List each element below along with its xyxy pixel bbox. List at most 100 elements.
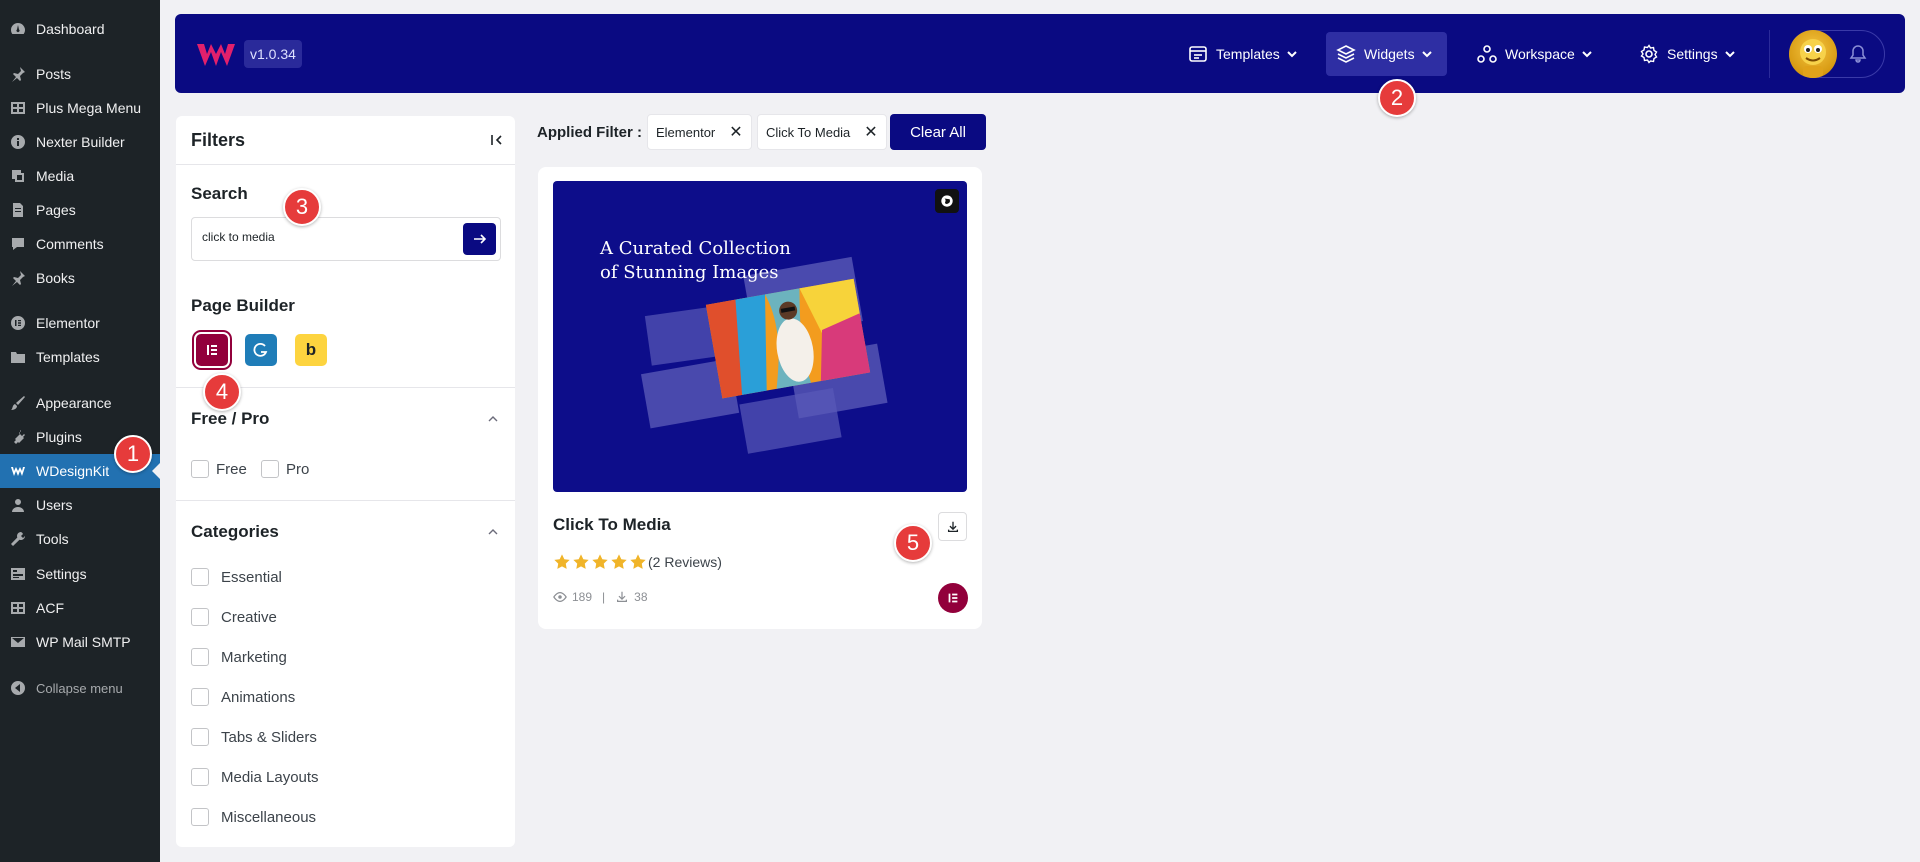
- chevron-up-icon[interactable]: [488, 527, 498, 537]
- workspace-icon: [1477, 45, 1497, 63]
- close-icon[interactable]: ✕: [729, 122, 742, 142]
- sidebar-item-label: Pages: [36, 202, 76, 218]
- nav-templates[interactable]: Templates: [1178, 32, 1308, 76]
- collapse-menu-button[interactable]: Collapse menu: [0, 671, 160, 705]
- step-marker-2: 2: [1378, 79, 1416, 117]
- wdesignkit-logo-icon[interactable]: [195, 36, 237, 70]
- preview-title-line: A Curated Collection: [600, 238, 791, 259]
- builder-elementor-button[interactable]: [196, 334, 228, 366]
- free-pro-section-title: Free / Pro: [191, 409, 270, 428]
- category-creative-checkbox[interactable]: [191, 608, 209, 626]
- builder-bricks-button[interactable]: b: [295, 334, 327, 366]
- download-button[interactable]: [938, 512, 967, 541]
- bell-icon[interactable]: [1848, 44, 1868, 64]
- downloads-count: 38: [634, 590, 648, 604]
- sidebar-item-plus-mega-menu[interactable]: Plus Mega Menu: [0, 91, 160, 125]
- nav-label: Settings: [1667, 46, 1718, 62]
- category-label: Tabs & Sliders: [221, 729, 317, 746]
- sidebar-item-media[interactable]: Media: [0, 159, 160, 193]
- sidebar-item-acf[interactable]: ACF: [0, 591, 160, 625]
- sidebar-item-label: Plugins: [36, 429, 82, 445]
- chip-label: Elementor: [656, 124, 716, 140]
- plug-icon: [10, 429, 26, 445]
- nav-workspace[interactable]: Workspace: [1467, 32, 1603, 76]
- free-checkbox[interactable]: [191, 460, 209, 478]
- pro-checkbox[interactable]: [261, 460, 279, 478]
- sidebar-item-tools[interactable]: Tools: [0, 522, 160, 556]
- sidebar-item-elementor[interactable]: Elementor: [0, 306, 160, 340]
- sidebar-item-label: Collapse menu: [36, 680, 123, 696]
- category-miscellaneous-checkbox[interactable]: [191, 808, 209, 826]
- sidebar-item-appearance[interactable]: Appearance: [0, 386, 160, 420]
- sidebar-item-pages[interactable]: Pages: [0, 193, 160, 227]
- sidebar-item-label: WDesignKit: [36, 463, 110, 479]
- nav-settings[interactable]: Settings: [1629, 32, 1746, 76]
- category-label: Creative: [221, 609, 277, 626]
- step-marker-5: 5: [894, 524, 932, 562]
- sidebar-item-books[interactable]: Books: [0, 261, 160, 295]
- version-badge: v1.0.34: [244, 40, 302, 68]
- sidebar-item-users[interactable]: Users: [0, 488, 160, 522]
- widget-preview-image[interactable]: A Curated Collection of Stunning Images: [553, 181, 967, 492]
- close-icon[interactable]: ✕: [864, 122, 877, 142]
- header-divider: [1769, 30, 1770, 78]
- grid-icon: [10, 100, 26, 116]
- pin-icon: [10, 66, 26, 82]
- sidebar-item-posts[interactable]: Posts: [0, 57, 160, 91]
- wdesignkit-icon: [10, 463, 26, 479]
- pin-icon: [10, 270, 26, 286]
- nav-label: Widgets: [1364, 46, 1415, 62]
- category-marketing-checkbox[interactable]: [191, 648, 209, 666]
- builder-gutenberg-button[interactable]: [245, 334, 277, 366]
- templates-icon: [1189, 46, 1207, 62]
- search-section-title: Search: [191, 184, 248, 203]
- chevron-down-icon: [1724, 51, 1735, 58]
- sidebar-item-comments[interactable]: Comments: [0, 227, 160, 261]
- elementor-icon: [948, 593, 958, 603]
- media-icon: [10, 168, 26, 184]
- nav-widgets[interactable]: Widgets: [1326, 32, 1447, 76]
- widget-title[interactable]: Click To Media: [553, 515, 671, 535]
- preview-title-line: of Stunning Images: [600, 262, 779, 283]
- collapse-panel-icon[interactable]: [489, 132, 505, 148]
- app-header: v1.0.34 Templates Widgets Workspace Sett…: [175, 14, 1905, 93]
- sidebar-item-dashboard[interactable]: Dashboard: [0, 12, 160, 46]
- comment-icon: [10, 236, 26, 252]
- sidebar-item-nexter-builder[interactable]: Nexter Builder: [0, 125, 160, 159]
- wrench-icon: [10, 531, 26, 547]
- chevron-down-icon: [1582, 51, 1592, 58]
- nav-label: Templates: [1216, 46, 1280, 62]
- globe-icon[interactable]: [935, 189, 959, 213]
- category-essential-checkbox[interactable]: [191, 568, 209, 586]
- download-icon: [947, 521, 958, 532]
- category-label: Miscellaneous: [221, 809, 317, 826]
- search-field: [191, 217, 501, 261]
- wp-admin-sidebar: Dashboard Posts Plus Mega Menu Nexter Bu…: [0, 0, 160, 862]
- preview-illustration: [640, 256, 888, 454]
- search-submit-button[interactable]: [463, 223, 496, 255]
- avatar[interactable]: [1789, 30, 1837, 78]
- clear-all-button[interactable]: Clear All: [890, 114, 986, 150]
- category-media-layouts-checkbox[interactable]: [191, 768, 209, 786]
- sidebar-item-label: Elementor: [36, 315, 100, 331]
- star-icon: [611, 554, 627, 569]
- sidebar-item-label: Media: [36, 168, 75, 184]
- chevron-up-icon[interactable]: [488, 414, 498, 424]
- nav-label: Workspace: [1505, 46, 1575, 62]
- layers-icon: [1336, 45, 1356, 63]
- elementor-badge: [938, 583, 968, 613]
- category-animations-checkbox[interactable]: [191, 688, 209, 706]
- category-tabs-sliders-checkbox[interactable]: [191, 728, 209, 746]
- reviews-count[interactable]: (2 Reviews): [648, 554, 722, 570]
- sidebar-item-label: Comments: [36, 236, 104, 252]
- sidebar-item-templates[interactable]: Templates: [0, 340, 160, 374]
- folder-icon: [10, 349, 26, 365]
- sidebar-item-label: Settings: [36, 566, 87, 582]
- filter-chip-elementor: Elementor ✕: [647, 114, 752, 150]
- star-icon: [573, 554, 589, 569]
- sidebar-item-label: WP Mail SMTP: [36, 634, 131, 650]
- sidebar-item-wp-mail-smtp[interactable]: WP Mail SMTP: [0, 625, 160, 659]
- search-input[interactable]: [202, 230, 452, 244]
- sidebar-item-label: Tools: [36, 531, 69, 547]
- sidebar-item-settings[interactable]: Settings: [0, 557, 160, 591]
